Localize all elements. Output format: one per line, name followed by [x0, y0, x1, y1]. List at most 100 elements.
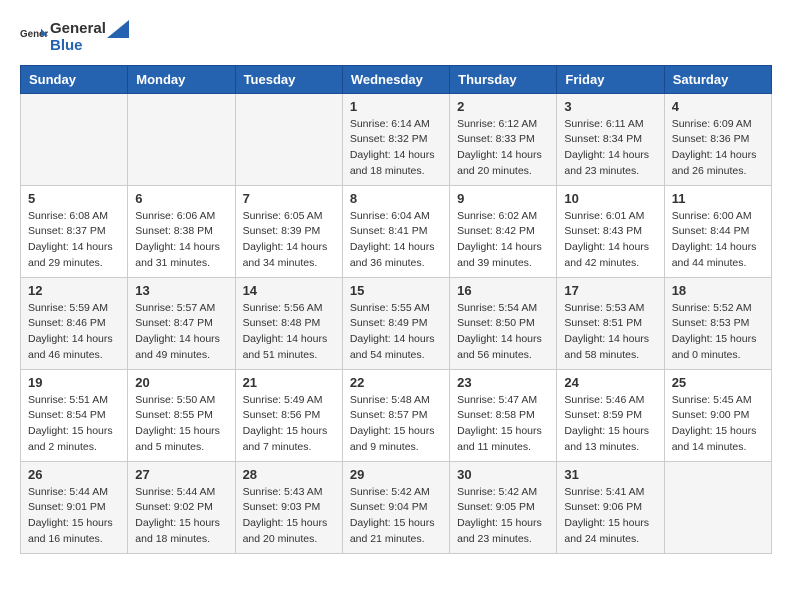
calendar-cell: 8 Sunrise: 6:04 AM Sunset: 8:41 PM Daylig… — [342, 185, 449, 277]
calendar-cell: 22 Sunrise: 5:48 AM Sunset: 8:57 PM Dayli… — [342, 369, 449, 461]
day-info: Sunrise: 6:08 AM Sunset: 8:37 PM Dayligh… — [28, 209, 120, 272]
day-number: 5 — [28, 191, 120, 206]
day-info: Sunrise: 5:42 AM Sunset: 9:04 PM Dayligh… — [350, 485, 442, 548]
logo-icon: General — [20, 23, 48, 51]
week-row-2: 5 Sunrise: 6:08 AM Sunset: 8:37 PM Daylig… — [21, 185, 772, 277]
day-info: Sunrise: 6:11 AM Sunset: 8:34 PM Dayligh… — [564, 117, 656, 180]
calendar-cell: 21 Sunrise: 5:49 AM Sunset: 8:56 PM Dayli… — [235, 369, 342, 461]
day-number: 25 — [672, 375, 764, 390]
header-saturday: Saturday — [664, 65, 771, 93]
day-info: Sunrise: 6:14 AM Sunset: 8:32 PM Dayligh… — [350, 117, 442, 180]
day-number: 22 — [350, 375, 442, 390]
day-number: 21 — [243, 375, 335, 390]
day-info: Sunrise: 6:02 AM Sunset: 8:42 PM Dayligh… — [457, 209, 549, 272]
day-number: 14 — [243, 283, 335, 298]
calendar-cell: 20 Sunrise: 5:50 AM Sunset: 8:55 PM Dayli… — [128, 369, 235, 461]
day-number: 27 — [135, 467, 227, 482]
calendar-cell: 26Sunrise: 5:44 AM Sunset: 9:01 PM Dayli… — [21, 461, 128, 553]
calendar-cell: 2 Sunrise: 6:12 AM Sunset: 8:33 PM Daylig… — [450, 93, 557, 185]
calendar-cell: 16Sunrise: 5:54 AM Sunset: 8:50 PM Dayli… — [450, 277, 557, 369]
day-info: Sunrise: 6:06 AM Sunset: 8:38 PM Dayligh… — [135, 209, 227, 272]
calendar-cell: 1 Sunrise: 6:14 AM Sunset: 8:32 PM Daylig… — [342, 93, 449, 185]
week-row-3: 12Sunrise: 5:59 AM Sunset: 8:46 PM Dayli… — [21, 277, 772, 369]
calendar-cell: 17Sunrise: 5:53 AM Sunset: 8:51 PM Dayli… — [557, 277, 664, 369]
calendar-cell — [21, 93, 128, 185]
blue-triangle-icon — [107, 20, 129, 38]
day-number: 30 — [457, 467, 549, 482]
day-number: 6 — [135, 191, 227, 206]
calendar-cell: 31 Sunrise: 5:41 AM Sunset: 9:06 PM Dayli… — [557, 461, 664, 553]
header-friday: Friday — [557, 65, 664, 93]
day-info: Sunrise: 5:44 AM Sunset: 9:01 PM Dayligh… — [28, 485, 120, 548]
calendar-cell: 11 Sunrise: 6:00 AM Sunset: 8:44 PM Dayli… — [664, 185, 771, 277]
calendar-cell: 4 Sunrise: 6:09 AM Sunset: 8:36 PM Daylig… — [664, 93, 771, 185]
calendar-cell: 23Sunrise: 5:47 AM Sunset: 8:58 PM Dayli… — [450, 369, 557, 461]
calendar-header-row: SundayMondayTuesdayWednesdayThursdayFrid… — [21, 65, 772, 93]
calendar-cell: 28 Sunrise: 5:43 AM Sunset: 9:03 PM Dayli… — [235, 461, 342, 553]
calendar-cell: 5 Sunrise: 6:08 AM Sunset: 8:37 PM Daylig… — [21, 185, 128, 277]
day-info: Sunrise: 5:43 AM Sunset: 9:03 PM Dayligh… — [243, 485, 335, 548]
day-info: Sunrise: 6:00 AM Sunset: 8:44 PM Dayligh… — [672, 209, 764, 272]
calendar-cell: 19Sunrise: 5:51 AM Sunset: 8:54 PM Dayli… — [21, 369, 128, 461]
logo: General General Blue — [20, 20, 130, 55]
day-number: 8 — [350, 191, 442, 206]
day-info: Sunrise: 6:01 AM Sunset: 8:43 PM Dayligh… — [564, 209, 656, 272]
calendar-cell — [664, 461, 771, 553]
calendar-cell: 3 Sunrise: 6:11 AM Sunset: 8:34 PM Daylig… — [557, 93, 664, 185]
day-info: Sunrise: 5:48 AM Sunset: 8:57 PM Dayligh… — [350, 393, 442, 456]
day-info: Sunrise: 5:44 AM Sunset: 9:02 PM Dayligh… — [135, 485, 227, 548]
day-number: 1 — [350, 99, 442, 114]
day-info: Sunrise: 5:57 AM Sunset: 8:47 PM Dayligh… — [135, 301, 227, 364]
day-number: 9 — [457, 191, 549, 206]
header-monday: Monday — [128, 65, 235, 93]
day-number: 16 — [457, 283, 549, 298]
day-info: Sunrise: 5:49 AM Sunset: 8:56 PM Dayligh… — [243, 393, 335, 456]
day-info: Sunrise: 6:09 AM Sunset: 8:36 PM Dayligh… — [672, 117, 764, 180]
calendar-cell: 15 Sunrise: 5:55 AM Sunset: 8:49 PM Dayli… — [342, 277, 449, 369]
calendar-cell — [235, 93, 342, 185]
calendar-cell: 13 Sunrise: 5:57 AM Sunset: 8:47 PM Dayli… — [128, 277, 235, 369]
calendar-cell: 7 Sunrise: 6:05 AM Sunset: 8:39 PM Daylig… — [235, 185, 342, 277]
week-row-4: 19Sunrise: 5:51 AM Sunset: 8:54 PM Dayli… — [21, 369, 772, 461]
header-wednesday: Wednesday — [342, 65, 449, 93]
day-info: Sunrise: 5:46 AM Sunset: 8:59 PM Dayligh… — [564, 393, 656, 456]
day-number: 4 — [672, 99, 764, 114]
calendar-body: 1 Sunrise: 6:14 AM Sunset: 8:32 PM Daylig… — [21, 93, 772, 553]
day-number: 13 — [135, 283, 227, 298]
header-thursday: Thursday — [450, 65, 557, 93]
day-number: 20 — [135, 375, 227, 390]
day-number: 7 — [243, 191, 335, 206]
day-number: 15 — [350, 283, 442, 298]
calendar-cell — [128, 93, 235, 185]
day-number: 29 — [350, 467, 442, 482]
header-sunday: Sunday — [21, 65, 128, 93]
calendar-cell: 29 Sunrise: 5:42 AM Sunset: 9:04 PM Dayli… — [342, 461, 449, 553]
day-number: 10 — [564, 191, 656, 206]
day-number: 3 — [564, 99, 656, 114]
calendar-cell: 12Sunrise: 5:59 AM Sunset: 8:46 PM Dayli… — [21, 277, 128, 369]
calendar-cell: 18 Sunrise: 5:52 AM Sunset: 8:53 PM Dayli… — [664, 277, 771, 369]
calendar-cell: 10 Sunrise: 6:01 AM Sunset: 8:43 PM Dayli… — [557, 185, 664, 277]
day-info: Sunrise: 5:41 AM Sunset: 9:06 PM Dayligh… — [564, 485, 656, 548]
day-number: 31 — [564, 467, 656, 482]
day-info: Sunrise: 6:05 AM Sunset: 8:39 PM Dayligh… — [243, 209, 335, 272]
logo-blue-text: Blue — [50, 38, 130, 55]
day-number: 12 — [28, 283, 120, 298]
calendar-cell: 14Sunrise: 5:56 AM Sunset: 8:48 PM Dayli… — [235, 277, 342, 369]
calendar-cell: 24 Sunrise: 5:46 AM Sunset: 8:59 PM Dayli… — [557, 369, 664, 461]
day-info: Sunrise: 5:52 AM Sunset: 8:53 PM Dayligh… — [672, 301, 764, 364]
day-info: Sunrise: 5:50 AM Sunset: 8:55 PM Dayligh… — [135, 393, 227, 456]
calendar-cell: 9 Sunrise: 6:02 AM Sunset: 8:42 PM Daylig… — [450, 185, 557, 277]
day-info: Sunrise: 6:12 AM Sunset: 8:33 PM Dayligh… — [457, 117, 549, 180]
day-number: 11 — [672, 191, 764, 206]
day-info: Sunrise: 5:55 AM Sunset: 8:49 PM Dayligh… — [350, 301, 442, 364]
day-number: 2 — [457, 99, 549, 114]
day-number: 23 — [457, 375, 549, 390]
day-number: 19 — [28, 375, 120, 390]
day-number: 28 — [243, 467, 335, 482]
day-info: Sunrise: 6:04 AM Sunset: 8:41 PM Dayligh… — [350, 209, 442, 272]
day-number: 18 — [672, 283, 764, 298]
calendar-cell: 6 Sunrise: 6:06 AM Sunset: 8:38 PM Daylig… — [128, 185, 235, 277]
day-number: 24 — [564, 375, 656, 390]
calendar-cell: 30Sunrise: 5:42 AM Sunset: 9:05 PM Dayli… — [450, 461, 557, 553]
